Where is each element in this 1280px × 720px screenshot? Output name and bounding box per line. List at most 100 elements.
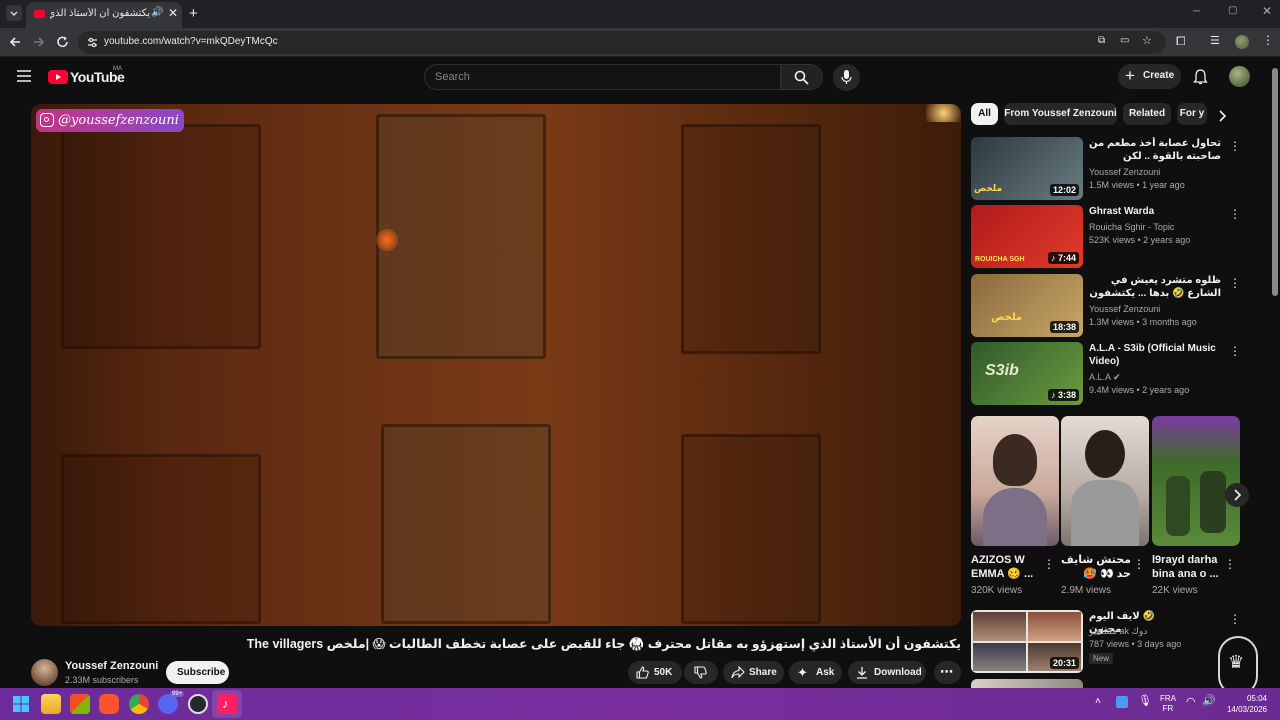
brave-browser-icon[interactable] — [99, 694, 119, 714]
url-text[interactable]: youtube.com/watch?v=mkQDeyTMcQc — [104, 36, 278, 47]
partial-recommendation[interactable] — [971, 679, 1083, 688]
search-button[interactable] — [781, 64, 823, 90]
cast-icon[interactable]: ▭ — [1120, 35, 1129, 46]
more-options-icon[interactable]: ⋮ — [1133, 557, 1145, 571]
short-title[interactable]: l9rayd darha bina ana o ... — [1152, 553, 1222, 581]
video-thumbnail[interactable]: ملخص 12:02 — [971, 137, 1083, 200]
download-button[interactable]: Download — [848, 661, 926, 684]
forward-icon[interactable] — [32, 35, 46, 49]
minimize-window-icon[interactable]: ─ — [1193, 6, 1200, 17]
extensions-icon[interactable]: ⧠ — [1176, 34, 1186, 49]
channel-name[interactable]: Youssef Zenzouni — [65, 660, 158, 672]
more-options-icon[interactable]: ⋮ — [1229, 612, 1241, 626]
more-options-icon[interactable]: ⋮ — [1224, 557, 1236, 571]
show-hidden-icons[interactable]: ˄ — [1095, 696, 1101, 707]
microphone-tray-icon[interactable]: 🎙 — [1138, 694, 1152, 707]
like-button[interactable]: 50K — [628, 661, 682, 684]
tab-search-button[interactable] — [6, 5, 22, 21]
profile-avatar-icon[interactable] — [1235, 35, 1249, 49]
clock-date[interactable]: 14/03/2026 — [1222, 705, 1267, 714]
recommendation-item[interactable]: ROUICHA SGH ♪ 7:44 Ghrast Warda Rouicha … — [971, 205, 1241, 269]
translate-icon[interactable]: ⧉ — [1098, 35, 1105, 46]
recommendation-channel[interactable]: Rouicha Sghir - Topic — [1089, 222, 1174, 232]
recommendation-item[interactable]: ملخص 18:38 ظلوه متشرد يعيش في الشارع 🤣 ب… — [971, 274, 1241, 338]
short-title[interactable]: AZIZOS W EMMA 🥴 ... — [971, 553, 1041, 581]
search-input[interactable]: Search — [424, 64, 781, 90]
participant-tile — [973, 643, 1026, 671]
recommendation-item[interactable]: S3ib ♪ 3:38 A.L.A - S3ib (Official Music… — [971, 342, 1241, 406]
subscribe-button[interactable]: Subscribe — [166, 661, 229, 684]
short-title[interactable]: محتش شايف حد 👀 🥵 — [1061, 553, 1131, 581]
language-code: FRA — [1160, 694, 1176, 703]
chip-related[interactable]: Related — [1123, 103, 1171, 125]
more-actions-button[interactable]: ⋯ — [934, 661, 961, 684]
bookmark-star-icon[interactable]: ☆ — [1142, 34, 1152, 47]
recommendation-channel[interactable]: Youssef Zenzouni — [1089, 304, 1160, 314]
file-explorer-icon[interactable] — [41, 694, 61, 714]
close-window-icon[interactable]: ✕ — [1262, 4, 1272, 18]
github-icon[interactable] — [188, 694, 208, 714]
close-tab-icon[interactable]: ✕ — [168, 6, 178, 20]
share-button[interactable]: Share — [723, 661, 784, 684]
video-thumbnail[interactable]: S3ib ♪ 3:38 — [971, 342, 1083, 405]
browser-menu-icon[interactable]: ⋮ — [1262, 33, 1274, 47]
chip-all[interactable]: All — [971, 103, 998, 125]
chevron-right-icon[interactable] — [1217, 110, 1227, 122]
input-language[interactable]: FRA FR — [1160, 694, 1176, 714]
short-thumbnail[interactable] — [1061, 416, 1149, 546]
video-player[interactable]: @youssefzenzouni — [31, 104, 961, 626]
short-thumbnail[interactable] — [1152, 416, 1240, 546]
dislike-button[interactable] — [684, 661, 718, 684]
new-tab-icon[interactable]: + — [189, 5, 198, 22]
recommendation-channel[interactable]: A.L.A ✔ — [1089, 372, 1121, 383]
scrollbar-thumb[interactable] — [1272, 68, 1278, 296]
windows-start-icon[interactable] — [13, 696, 29, 712]
video-thumbnail[interactable]: 20:31 — [971, 610, 1083, 673]
address-bar[interactable]: youtube.com/watch?v=mkQDeyTMcQc ⧉ ▭ ☆ — [78, 31, 1166, 54]
browser-tab-active[interactable]: يكتشفون أن الأستاذ الذي إستهزو 🔊 ✕ — [26, 2, 182, 28]
more-options-icon[interactable]: ⋮ — [1229, 276, 1241, 290]
video-duration: 18:38 — [1049, 321, 1079, 333]
chip-for-you[interactable]: For y — [1177, 103, 1207, 125]
clock-time[interactable]: 05:04 — [1222, 694, 1267, 703]
notifications-bell-icon[interactable] — [1193, 69, 1208, 85]
recommendation-title[interactable]: A.L.A - S3ib (Official Music Video) — [1089, 342, 1221, 368]
youtube-logo[interactable]: YouTube MA — [48, 66, 128, 85]
channel-avatar[interactable] — [31, 659, 58, 686]
speaker-icon[interactable]: 🔊 — [151, 7, 163, 18]
reload-icon[interactable] — [56, 35, 70, 49]
hamburger-menu-icon[interactable] — [17, 70, 31, 82]
more-options-icon[interactable]: ⋮ — [1229, 207, 1241, 221]
ask-button[interactable]: ✦ Ask — [789, 661, 842, 684]
discord-icon[interactable] — [158, 694, 178, 714]
video-thumbnail[interactable]: ملخص 18:38 — [971, 274, 1083, 337]
account-avatar[interactable] — [1229, 66, 1250, 87]
site-info-icon[interactable] — [86, 36, 99, 49]
chip-from-channel[interactable]: From Youssef Zenzouni — [1004, 103, 1117, 125]
recommendation-title[interactable]: تحاول عصابة أخذ مطعم من صاحبته بالقوة ..… — [1089, 137, 1221, 163]
light-glow — [376, 229, 398, 251]
page-scrollbar[interactable] — [1272, 60, 1278, 688]
recommendation-item[interactable]: 20:31 🤣 لايف اليوم مجنون مشاهير ak دوك 7… — [971, 610, 1241, 674]
back-icon[interactable] — [8, 35, 22, 49]
security-icon[interactable] — [1116, 696, 1128, 708]
video-thumbnail[interactable]: ROUICHA SGH ♪ 7:44 — [971, 205, 1083, 268]
recommendation-item[interactable]: ملخص 12:02 تحاول عصابة أخذ مطعم من صاحبت… — [971, 137, 1241, 201]
recommendation-channel[interactable]: Youssef Zenzouni — [1089, 167, 1160, 177]
wifi-icon[interactable]: ◠ — [1186, 695, 1196, 708]
more-options-icon[interactable]: ⋮ — [1229, 344, 1241, 358]
reading-list-icon[interactable]: ☰ — [1210, 34, 1220, 47]
volume-icon[interactable]: 🔊 — [1202, 694, 1216, 707]
recommendation-title[interactable]: ظلوه متشرد يعيش في الشارع 🤣 بدها ... يكت… — [1089, 274, 1221, 300]
more-options-icon[interactable]: ⋮ — [1229, 139, 1241, 153]
recommendation-title[interactable]: Ghrast Warda — [1089, 205, 1221, 218]
shorts-next-button[interactable] — [1225, 483, 1249, 507]
create-button[interactable]: + Create — [1118, 64, 1181, 89]
maximize-window-icon[interactable]: ▢ — [1228, 5, 1237, 16]
recommendation-channel[interactable]: مشاهير ak دوك — [1089, 626, 1147, 637]
short-thumbnail[interactable] — [971, 416, 1059, 546]
voice-search-button[interactable] — [833, 64, 860, 91]
chrome-icon[interactable] — [129, 694, 149, 714]
microsoft-store-icon[interactable] — [70, 694, 90, 714]
more-options-icon[interactable]: ⋮ — [1043, 557, 1055, 571]
